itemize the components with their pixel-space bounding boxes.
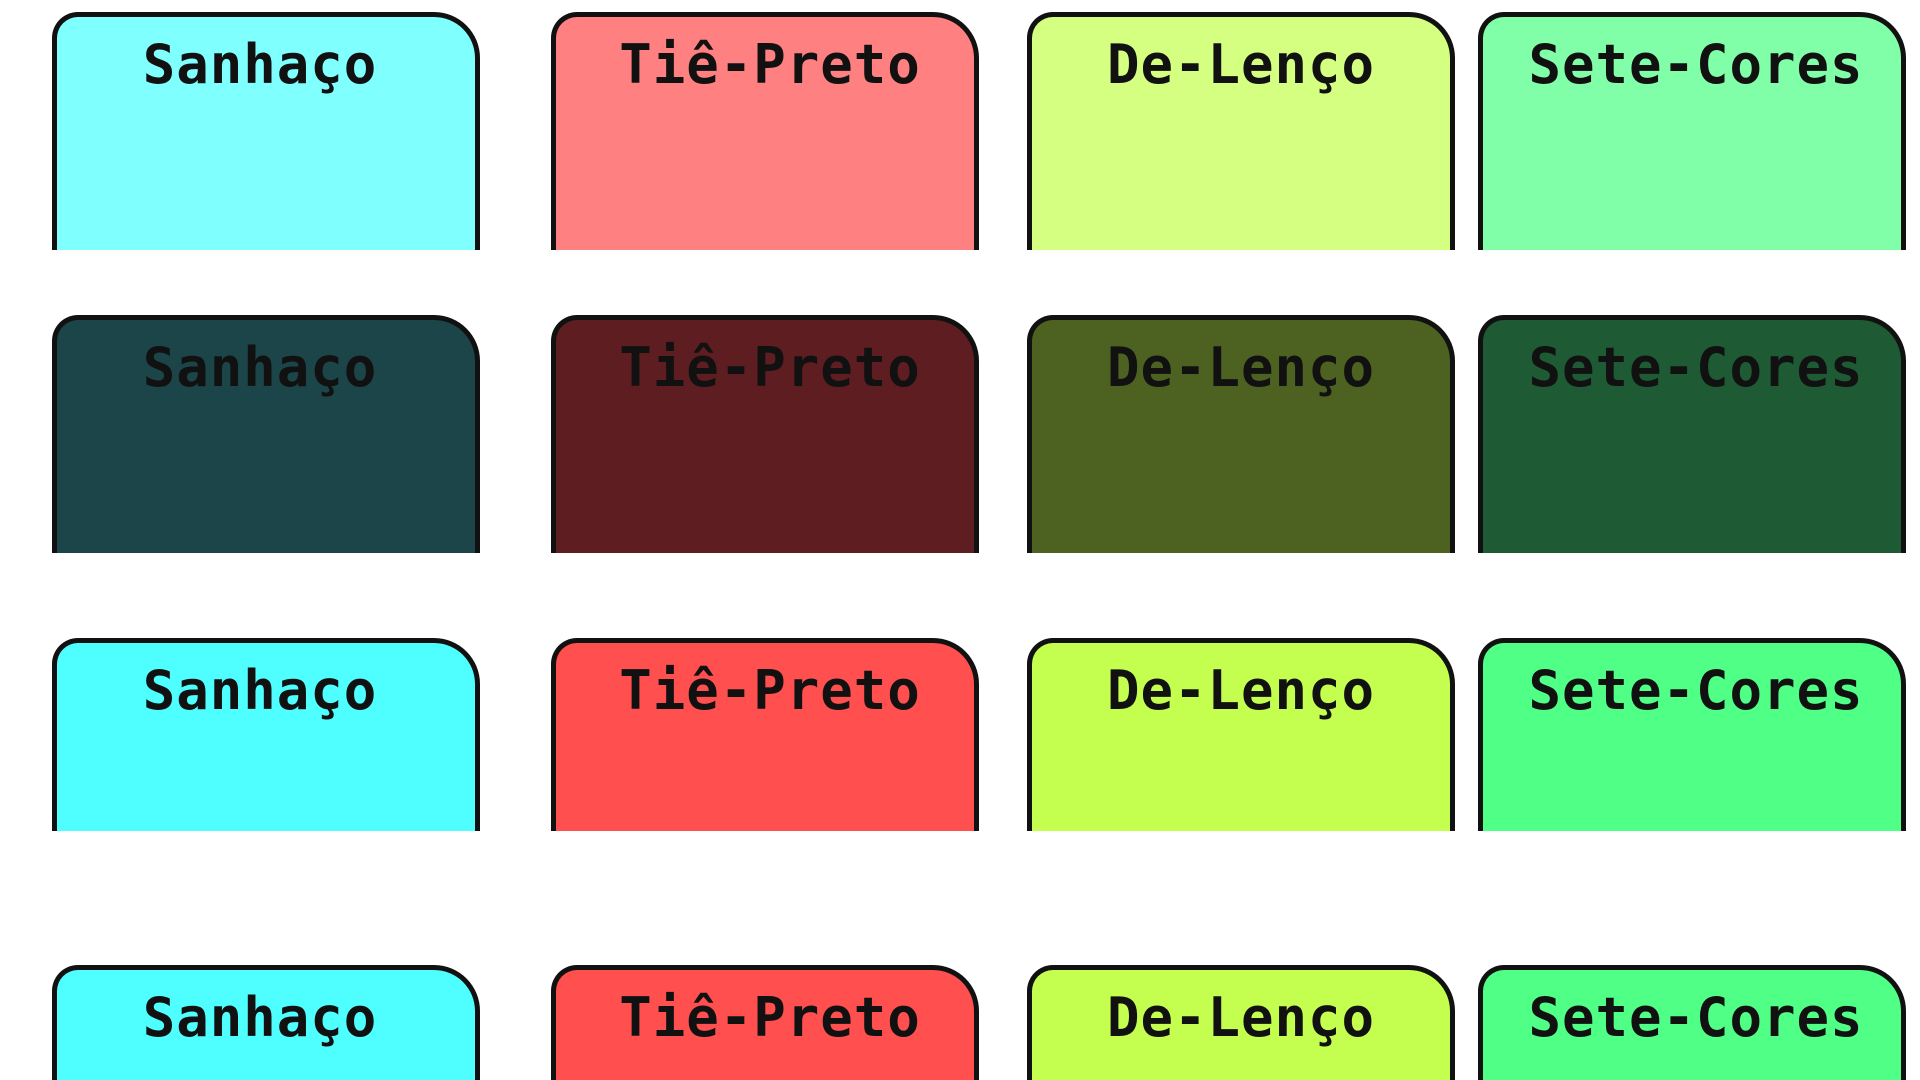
tab-label: Sete-Cores [1528,33,1864,96]
tab-de-lenco[interactable]: De-Lenço [1027,315,1455,553]
tab-sete-cores[interactable]: Sete-Cores [1478,315,1906,553]
tab-label: Tiê-Preto [619,336,921,399]
tab-tie-preto[interactable]: Tiê-Preto [551,12,979,250]
tab-sete-cores[interactable]: Sete-Cores [1478,638,1906,831]
tab-tie-preto[interactable]: Tiê-Preto [551,965,979,1080]
tab-tie-preto[interactable]: Tiê-Preto [551,315,979,553]
tab-label: De-Lenço [1106,336,1376,399]
tab-label: De-Lenço [1106,33,1376,96]
tab-sanhaco[interactable]: Sanhaço [52,638,480,831]
tab-de-lenco[interactable]: De-Lenço [1027,12,1455,250]
tab-de-lenco[interactable]: De-Lenço [1027,965,1455,1080]
tab-label: Sanhaço [142,986,378,1049]
tab-label: De-Lenço [1106,986,1376,1049]
tab-label: Sete-Cores [1528,659,1864,722]
tab-label: Sanhaço [142,336,378,399]
tab-sanhaco[interactable]: Sanhaço [52,315,480,553]
tab-label: Sete-Cores [1528,986,1864,1049]
tab-sete-cores[interactable]: Sete-Cores [1478,965,1906,1080]
tab-label: Sanhaço [142,659,378,722]
tab-swatch-grid: Sanhaço Tiê-Preto De-Lenço Sete-Cores Sa… [0,0,1920,1080]
tab-label: Tiê-Preto [619,659,921,722]
tab-label: Sete-Cores [1528,336,1864,399]
tab-label: Tiê-Preto [619,986,921,1049]
tab-label: De-Lenço [1106,659,1376,722]
tab-sanhaco[interactable]: Sanhaço [52,965,480,1080]
tab-label: Sanhaço [142,33,378,96]
tab-sanhaco[interactable]: Sanhaço [52,12,480,250]
tab-sete-cores[interactable]: Sete-Cores [1478,12,1906,250]
tab-tie-preto[interactable]: Tiê-Preto [551,638,979,831]
tab-label: Tiê-Preto [619,33,921,96]
tab-de-lenco[interactable]: De-Lenço [1027,638,1455,831]
